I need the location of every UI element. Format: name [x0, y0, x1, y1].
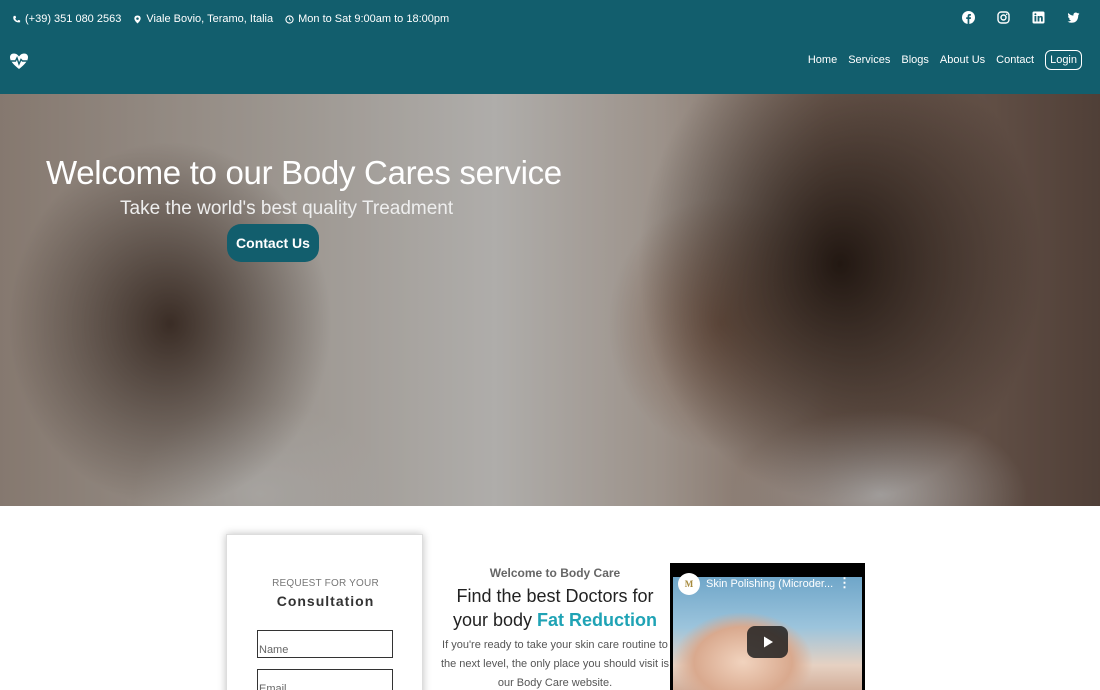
nav-blogs[interactable]: Blogs	[901, 54, 929, 66]
video-title[interactable]: Skin Polishing (Microder...	[706, 578, 836, 590]
name-input[interactable]	[257, 630, 393, 658]
phone-text: (+39) 351 080 2563	[25, 13, 122, 25]
hero-banner: Welcome to our Body Cares service Take t…	[0, 94, 1100, 506]
consultation-card: REQUEST FOR YOUR Consultation	[226, 534, 423, 690]
welcome-section: Welcome to Body Care Find the best Docto…	[440, 566, 670, 690]
nav-about-us[interactable]: About Us	[940, 54, 985, 66]
social-links	[962, 11, 1080, 24]
channel-avatar[interactable]: M	[678, 573, 700, 595]
phone-icon	[13, 15, 21, 22]
top-info-bar: (+39) 351 080 2563 Viale Bovio, Teramo, …	[0, 0, 1100, 40]
welcome-heading-accent: Fat Reduction	[537, 610, 658, 630]
login-button[interactable]: Login	[1045, 50, 1082, 70]
address-text: Viale Bovio, Teramo, Italia	[146, 13, 274, 25]
nav-home[interactable]: Home	[808, 54, 837, 66]
instagram-icon[interactable]	[997, 11, 1010, 24]
consultation-pre-title: REQUEST FOR YOUR	[272, 578, 379, 589]
nav-contact[interactable]: Contact	[996, 54, 1034, 66]
phone-info: (+39) 351 080 2563	[12, 13, 121, 25]
contact-info: (+39) 351 080 2563 Viale Bovio, Teramo, …	[12, 13, 449, 25]
welcome-body: If you're ready to take your skin care r…	[440, 639, 670, 689]
play-button[interactable]	[747, 626, 788, 658]
facebook-icon[interactable]	[962, 11, 975, 24]
clock-icon	[285, 14, 294, 24]
contact-us-button[interactable]: Contact Us	[227, 224, 319, 262]
email-input[interactable]	[257, 669, 393, 690]
video-embed[interactable]: M Skin Polishing (Microder... ⋮	[670, 563, 865, 690]
play-icon	[763, 636, 773, 648]
twitter-icon[interactable]	[1067, 11, 1080, 24]
main-navbar: Home Services Blogs About Us Contact Log…	[0, 40, 1100, 94]
welcome-heading: Find the best Doctors for your body Fat …	[440, 584, 670, 632]
welcome-kicker: Welcome to Body Care	[489, 566, 621, 580]
hero-title: Welcome to our Body Cares service	[46, 154, 562, 191]
address-info: Viale Bovio, Teramo, Italia	[133, 13, 273, 25]
hero-subtitle: Take the world's best quality Treadment	[120, 198, 454, 219]
more-options-icon[interactable]: ⋮	[838, 575, 851, 591]
nav-menu: Home Services Blogs About Us Contact Log…	[808, 50, 1082, 70]
hours-info: Mon to Sat 9:00am to 18:00pm	[285, 13, 449, 25]
consultation-title: Consultation	[276, 593, 375, 609]
nav-services[interactable]: Services	[848, 54, 890, 66]
hours-text: Mon to Sat 9:00am to 18:00pm	[298, 13, 450, 25]
map-pin-icon	[134, 14, 141, 24]
heart-pulse-logo-icon[interactable]	[8, 50, 30, 72]
linkedin-icon[interactable]	[1032, 11, 1045, 24]
